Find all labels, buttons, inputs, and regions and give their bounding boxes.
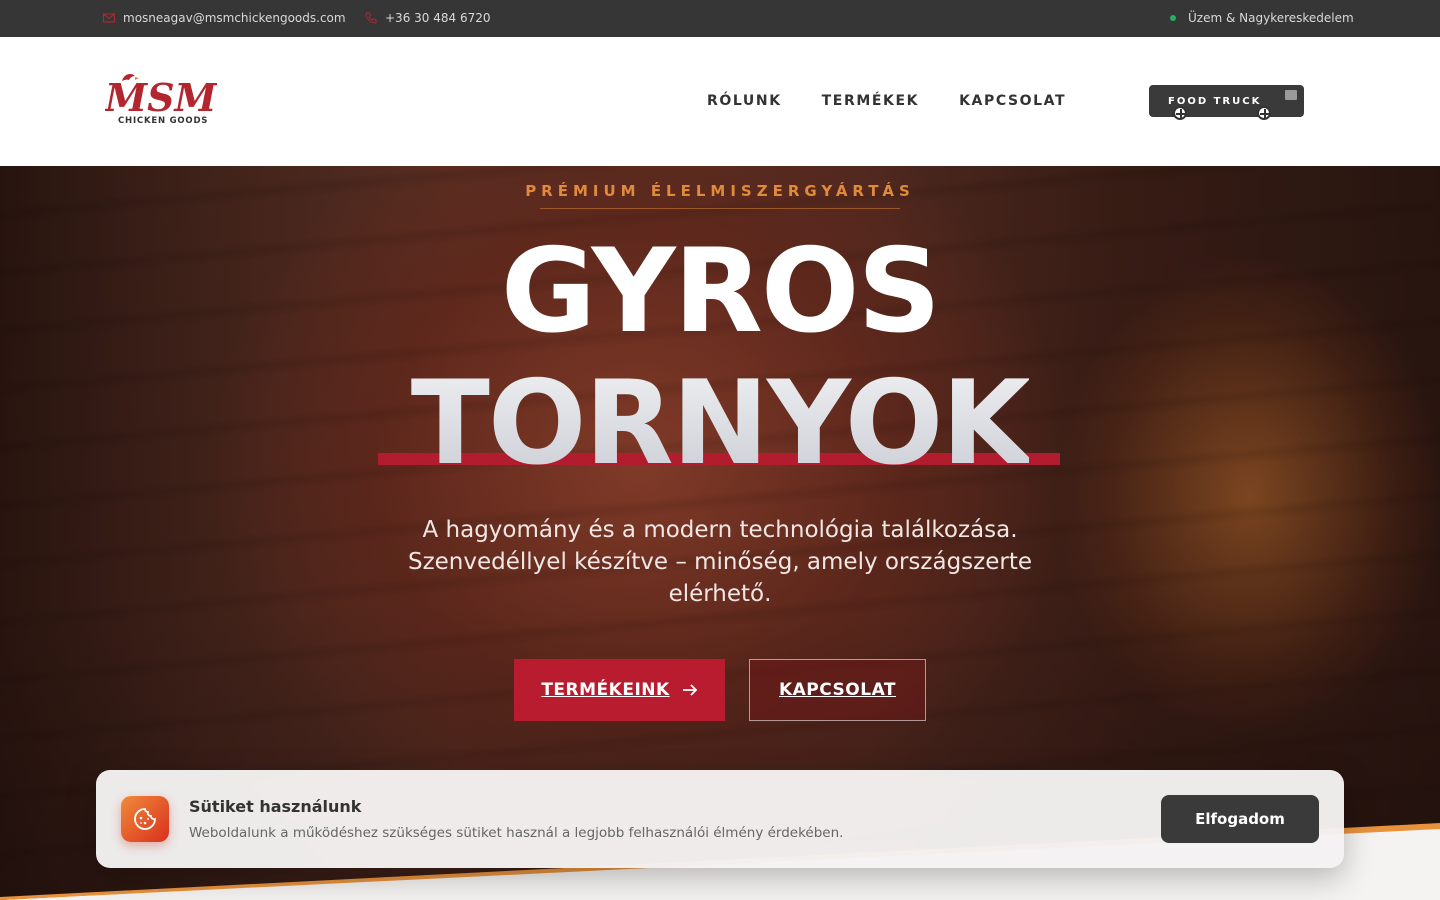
food-truck-button[interactable]: FOOD TRUCK (1149, 85, 1304, 120)
phone-icon (365, 12, 377, 24)
contact-button[interactable]: KAPCSOLAT (749, 659, 926, 721)
logo-text: MSM (105, 75, 217, 120)
nav-item-kapcsolat[interactable]: KAPCSOLAT (959, 93, 1066, 109)
food-truck-icon (1285, 90, 1297, 100)
contact-button-label: KAPCSOLAT (778, 680, 897, 700)
email-text: mosneagav@msmchickengoods.com (123, 11, 346, 25)
site-header: MSM CHICKEN GOODS RÓLUNK TERMÉKEK KAPCSO… (0, 37, 1440, 166)
arrow-right-icon (682, 684, 697, 696)
hero-title-line2-text: TORNYOK (410, 356, 1032, 491)
nav-item-termekek[interactable]: TERMÉKEK (822, 93, 919, 109)
envelope-icon (103, 13, 115, 23)
products-button-label: TERMÉKEINK (541, 680, 670, 700)
logo-subtitle: CHICKEN GOODS (118, 116, 208, 126)
status-text: Üzem & Nagykereskedelem (1188, 11, 1354, 25)
phone-text: +36 30 484 6720 (385, 11, 491, 25)
accept-cookies-button[interactable]: Elfogadom (1161, 795, 1319, 843)
truck-wheel-icon (1173, 106, 1187, 120)
cookie-icon (121, 796, 169, 842)
contact-email[interactable]: mosneagav@msmchickengoods.com (103, 11, 346, 25)
truck-wheel-icon (1257, 106, 1271, 120)
status-dot-icon (1170, 15, 1176, 21)
hero-title-line2: TORNYOK (0, 354, 1440, 494)
eyebrow-divider (540, 208, 900, 209)
products-button[interactable]: TERMÉKEINK (514, 659, 725, 721)
status-indicator: Üzem & Nagykereskedelem (1170, 11, 1354, 25)
main-nav: RÓLUNK TERMÉKEK KAPCSOLAT (707, 93, 1066, 109)
food-truck-label: FOOD TRUCK (1168, 95, 1262, 107)
cookie-title: Sütiket használunk (189, 797, 362, 816)
cookie-banner: Sütiket használunk Weboldalunk a működés… (96, 770, 1344, 868)
nav-item-rolunk[interactable]: RÓLUNK (707, 93, 782, 109)
cookie-description: Weboldalunk a működéshez szükséges sütik… (189, 825, 844, 841)
top-bar: mosneagav@msmchickengoods.com +36 30 484… (0, 0, 1440, 37)
contact-phone[interactable]: +36 30 484 6720 (365, 11, 490, 25)
hero-subtitle: A hagyomány és a modern technológia talá… (407, 517, 1033, 607)
brand-logo[interactable]: MSM CHICKEN GOODS (103, 71, 218, 127)
logo-mark: MSM CHICKEN GOODS (103, 73, 218, 126)
hero-title-line1: GYROS (500, 224, 941, 359)
hero-eyebrow: PRÉMIUM ÉLELMISZERGYÁRTÁS (525, 182, 915, 200)
